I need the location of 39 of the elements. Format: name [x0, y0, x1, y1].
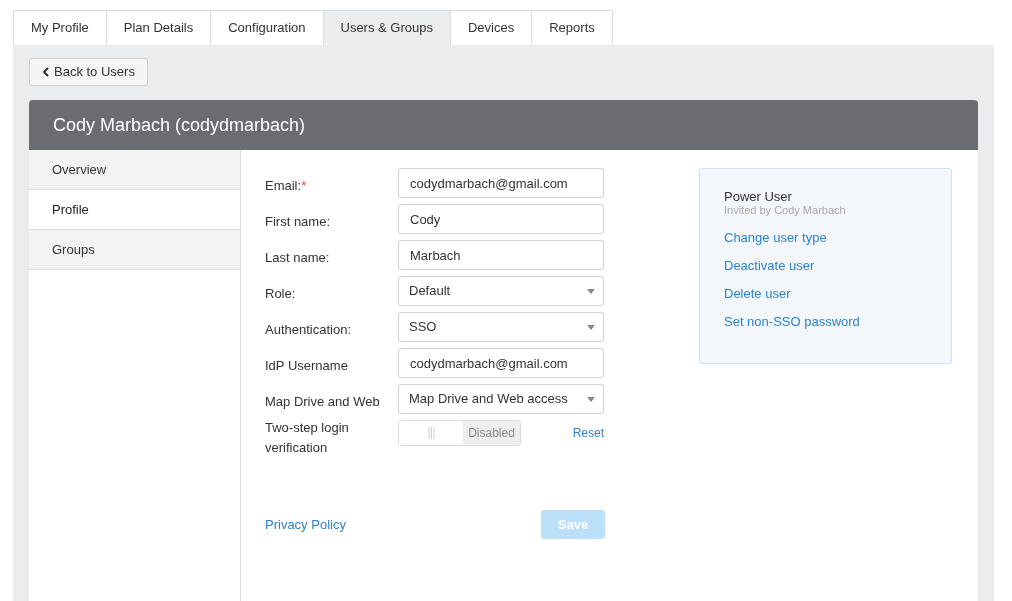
field-label: Last name: — [265, 250, 330, 265]
dropdown-caret-icon — [587, 288, 595, 294]
dropdown-caret-icon — [587, 396, 595, 402]
tab[interactable]: Reports — [531, 10, 613, 45]
sidebar-item[interactable]: Groups — [29, 230, 240, 270]
field-label: IdP Username — [265, 358, 348, 373]
field-label: Map Drive and Web — [265, 394, 380, 409]
tab[interactable]: Configuration — [210, 10, 323, 45]
required-mark: * — [301, 178, 307, 193]
dropdown-caret-icon — [587, 324, 595, 330]
dropdown[interactable]: Default — [398, 276, 604, 306]
text-field[interactable]: Marbach — [398, 240, 604, 270]
sidebar-item[interactable]: Overview — [29, 150, 240, 190]
text-field[interactable]: codydmarbach@gmail.com — [398, 168, 604, 198]
tab[interactable]: Devices — [450, 10, 532, 45]
back-button[interactable]: Back to Users — [29, 58, 148, 86]
field-label: Authentication: — [265, 322, 351, 337]
privacy-policy-link[interactable]: Privacy Policy — [265, 514, 346, 535]
tab[interactable]: My Profile — [13, 10, 106, 45]
dropdown[interactable]: Map Drive and Web access — [398, 384, 604, 414]
user-action-link[interactable]: Set non-SSO password — [724, 313, 860, 331]
dropdown[interactable]: SSO — [398, 312, 604, 342]
user-action-link[interactable]: Delete user — [724, 285, 791, 303]
user-action-link[interactable]: Deactivate user — [724, 257, 815, 275]
user-action-link[interactable]: Change user type — [724, 229, 827, 247]
tab[interactable]: Users & Groups — [322, 10, 450, 45]
field-label: First name: — [265, 214, 330, 229]
user-type: Power User — [724, 189, 793, 204]
chevron-left-icon — [42, 67, 49, 77]
grip-icon — [427, 427, 435, 439]
field-label: Role: — [265, 286, 296, 301]
reset-link[interactable]: Reset — [572, 420, 604, 442]
text-field[interactable]: Cody — [398, 204, 604, 234]
text-field[interactable]: codydmarbach@gmail.com — [398, 348, 604, 378]
field-label: Two-step login verification — [265, 420, 349, 455]
field-label: Email: — [265, 178, 302, 193]
tab[interactable]: Plan Details — [105, 10, 211, 45]
invited-by-text: Invited by Cody Marbach — [724, 204, 847, 217]
user-title: Cody Marbach (codydmarbach) — [53, 113, 306, 137]
